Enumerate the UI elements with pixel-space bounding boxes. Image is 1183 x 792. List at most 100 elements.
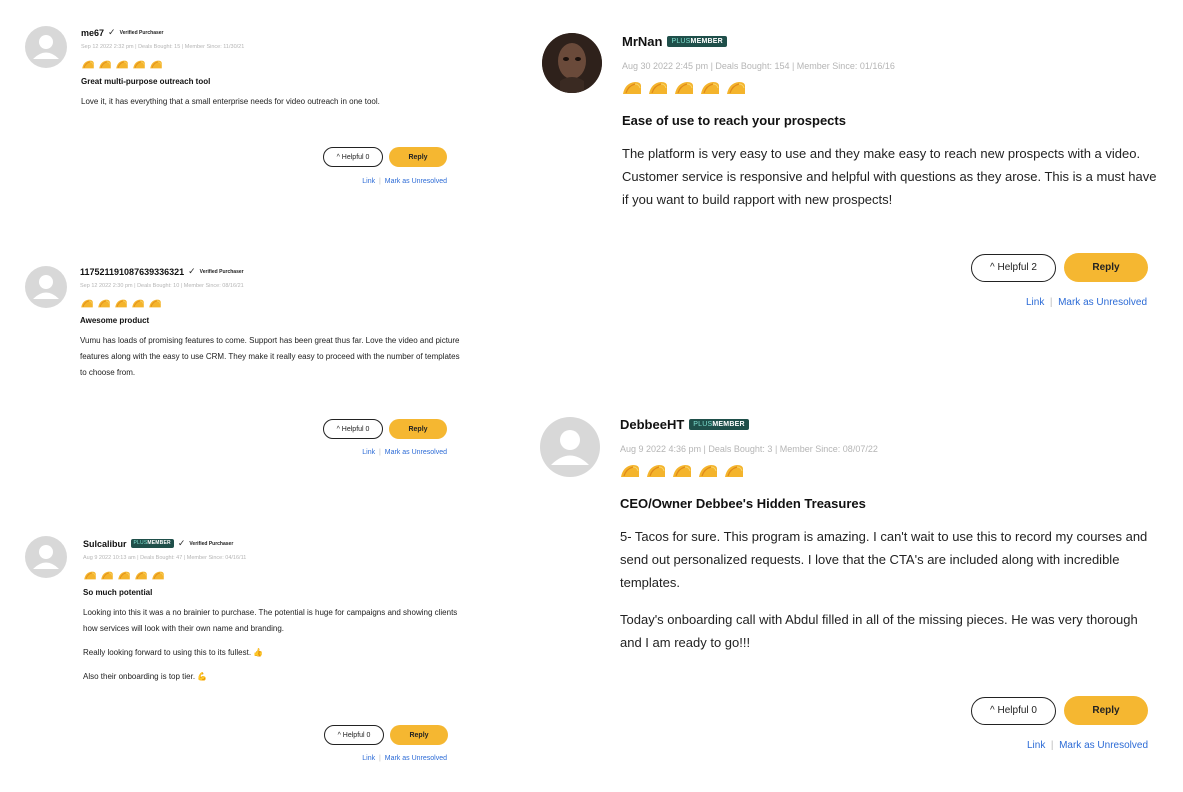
taco-icon <box>726 81 746 95</box>
mark-unresolved-link[interactable]: Mark as Unresolved <box>1059 740 1148 751</box>
user-silhouette-icon <box>33 545 59 569</box>
review-title: Ease of use to reach your prospects <box>622 113 846 128</box>
plus-member-badge: PLUSMEMBER <box>130 539 174 548</box>
review-text: The platform is very easy to use and the… <box>622 146 1157 207</box>
verified-label: Verified Purchaser <box>189 540 234 547</box>
reply-button[interactable]: Reply <box>390 725 448 745</box>
taco-icon <box>674 81 694 95</box>
reply-button[interactable]: Reply <box>1064 253 1148 282</box>
helpful-button[interactable]: ^ Helpful 0 <box>323 419 383 439</box>
taco-rating <box>620 464 1160 478</box>
avatar[interactable] <box>25 536 67 578</box>
taco-icon <box>131 295 145 308</box>
separator: | <box>377 449 383 456</box>
taco-icon <box>149 56 163 69</box>
review-title: Great multi-purpose outreach tool <box>81 77 211 86</box>
taco-icon <box>148 295 162 308</box>
helpful-button[interactable]: ^ Helpful 0 <box>971 696 1056 725</box>
review-text: Love it, it has everything that a small … <box>81 97 380 106</box>
reviewer-name[interactable]: 117521191087639336321 <box>80 267 184 277</box>
link-link[interactable]: Link <box>1026 297 1044 308</box>
user-silhouette-icon <box>33 275 59 299</box>
review-text: Also their onboarding is top tier. 💪 <box>83 672 208 681</box>
review-text: Looking into this it was a no brainier t… <box>83 608 458 633</box>
taco-rating <box>622 81 1162 95</box>
taco-icon <box>81 56 95 69</box>
reply-button[interactable]: Reply <box>389 147 447 167</box>
review-title: Awesome product <box>80 316 150 325</box>
helpful-button[interactable]: ^ Helpful 0 <box>324 725 384 745</box>
review-card: MrNan PLUSMEMBER Aug 30 2022 2:45 pm | D… <box>530 0 1183 330</box>
separator: | <box>377 178 383 185</box>
taco-icon <box>620 464 640 478</box>
taco-icon <box>698 464 718 478</box>
helpful-label: Helpful 0 <box>341 425 370 433</box>
chevron-up-icon: ^ <box>990 705 998 716</box>
review-card: Sulcalibur PLUSMEMBER ✓ Verified Purchas… <box>0 528 470 778</box>
reply-button[interactable]: Reply <box>1064 696 1148 725</box>
check-icon: ✓ <box>177 538 186 548</box>
mark-unresolved-link[interactable]: Mark as Unresolved <box>385 178 447 185</box>
separator: | <box>377 755 383 762</box>
review-meta: Aug 30 2022 2:45 pm | Deals Bought: 154 … <box>622 61 895 71</box>
verified-label: Verified Purchaser <box>199 268 244 275</box>
avatar[interactable] <box>25 26 67 68</box>
review-card: DebbeeHT PLUSMEMBER Aug 9 2022 4:36 pm |… <box>530 400 1183 770</box>
review-meta: Aug 9 2022 4:36 pm | Deals Bought: 3 | M… <box>620 444 878 454</box>
review-card: 117521191087639336321 ✓ Verified Purchas… <box>0 250 470 470</box>
review-text: 5- Tacos for sure. This program is amazi… <box>620 529 1148 590</box>
taco-rating <box>83 567 463 580</box>
user-silhouette-icon <box>33 35 59 59</box>
review-meta: Sep 12 2022 2:32 pm | Deals Bought: 15 |… <box>81 44 245 50</box>
avatar[interactable] <box>542 33 602 93</box>
taco-icon <box>134 567 148 580</box>
avatar[interactable] <box>25 266 67 308</box>
helpful-label: Helpful 0 <box>341 153 370 161</box>
review-text: Vumu has loads of promising features to … <box>80 336 460 377</box>
reviewer-name[interactable]: MrNan <box>622 34 662 49</box>
mark-unresolved-link[interactable]: Mark as Unresolved <box>385 449 447 456</box>
avatar[interactable] <box>540 417 600 477</box>
separator: | <box>1047 297 1056 308</box>
taco-icon <box>622 81 642 95</box>
helpful-button[interactable]: ^ Helpful 0 <box>323 147 383 167</box>
check-icon: ✓ <box>108 27 116 37</box>
helpful-label: Helpful 2 <box>997 262 1037 273</box>
mark-unresolved-link[interactable]: Mark as Unresolved <box>1058 297 1147 308</box>
mark-unresolved-link[interactable]: Mark as Unresolved <box>385 755 447 762</box>
chevron-up-icon: ^ <box>990 262 998 273</box>
review-title: CEO/Owner Debbee's Hidden Treasures <box>620 496 866 511</box>
review-title: So much potential <box>83 588 153 597</box>
taco-icon <box>117 567 131 580</box>
taco-icon <box>98 56 112 69</box>
verified-label: Verified Purchaser <box>119 29 164 36</box>
review-meta: Aug 9 2022 10:13 am | Deals Bought: 47 |… <box>83 555 247 561</box>
taco-icon <box>646 464 666 478</box>
link-link[interactable]: Link <box>1027 740 1045 751</box>
taco-icon <box>724 464 744 478</box>
taco-icon <box>80 295 94 308</box>
helpful-label: Helpful 0 <box>997 705 1037 716</box>
taco-icon <box>151 567 165 580</box>
taco-icon <box>700 81 720 95</box>
separator: | <box>1048 740 1057 751</box>
link-link[interactable]: Link <box>362 178 375 185</box>
review-text: Today's onboarding call with Abdul fille… <box>620 612 1138 650</box>
taco-icon <box>100 567 114 580</box>
link-link[interactable]: Link <box>362 755 375 762</box>
taco-icon <box>672 464 692 478</box>
taco-icon <box>132 56 146 69</box>
review-card: me67 ✓ Verified Purchaser Sep 12 2022 2:… <box>0 0 470 200</box>
reviewer-name[interactable]: DebbeeHT <box>620 417 684 432</box>
taco-icon <box>114 295 128 308</box>
link-link[interactable]: Link <box>362 449 375 456</box>
reply-button[interactable]: Reply <box>389 419 447 439</box>
user-silhouette-icon <box>551 430 589 465</box>
taco-icon <box>648 81 668 95</box>
helpful-button[interactable]: ^ Helpful 2 <box>971 253 1056 282</box>
plus-member-badge: PLUSMEMBER <box>689 419 749 430</box>
reviewer-name[interactable]: Sulcalibur <box>83 539 127 549</box>
reviewer-name[interactable]: me67 <box>81 28 104 38</box>
taco-rating <box>80 295 460 308</box>
taco-icon <box>83 567 97 580</box>
